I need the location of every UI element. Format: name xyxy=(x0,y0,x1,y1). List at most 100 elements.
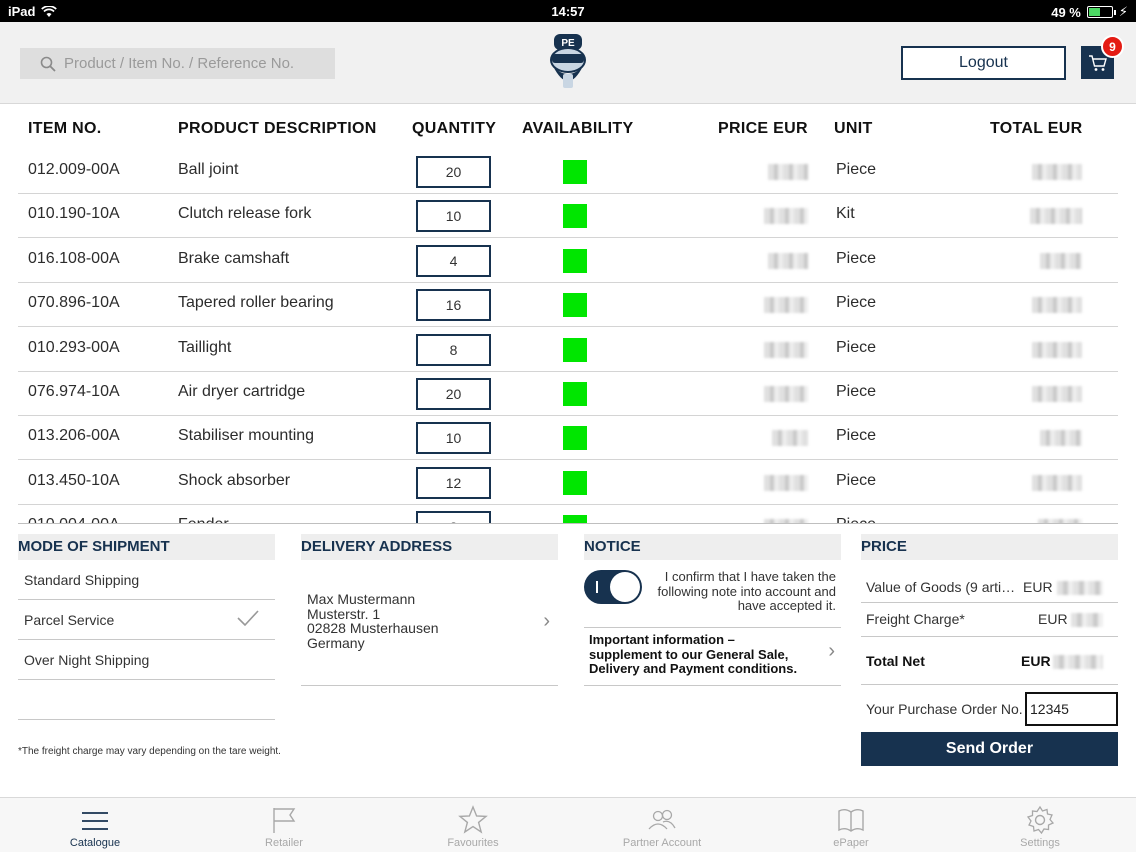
quantity-input[interactable] xyxy=(416,511,491,523)
total-net-amount-redacted xyxy=(1053,655,1103,669)
clock: 14:57 xyxy=(551,4,585,19)
tab-label: Partner Account xyxy=(622,837,702,849)
tab-favourites[interactable]: Favourites xyxy=(378,798,568,852)
table-row[interactable]: 076.974-10A Air dryer cartridge Piece xyxy=(18,372,1118,416)
col-item-no: ITEM NO. xyxy=(28,120,102,137)
unit-label: Piece xyxy=(836,516,876,523)
price-redacted xyxy=(768,252,808,269)
availability-indicator xyxy=(563,293,587,318)
product-description: Brake camshaft xyxy=(178,249,290,267)
item-number: 010.004-00A xyxy=(28,516,120,523)
address-country: Germany xyxy=(307,634,365,651)
unit-label: Piece xyxy=(836,471,877,489)
unit-label: Piece xyxy=(836,338,877,356)
total-redacted xyxy=(1032,164,1082,180)
price-redacted xyxy=(764,208,808,225)
quantity-input[interactable] xyxy=(416,244,491,277)
quantity-input[interactable] xyxy=(416,422,491,455)
table-row[interactable]: 010.190-10A Clutch release fork Kit xyxy=(18,194,1118,239)
important-information-link[interactable]: Important information – supplement to ou… xyxy=(584,628,841,686)
freight-charge-amount-redacted xyxy=(1071,613,1103,627)
order-items-table[interactable]: ITEM NO. PRODUCT DESCRIPTION QUANTITY AV… xyxy=(18,104,1118,524)
product-description: Clutch release fork xyxy=(178,205,312,223)
confirm-toggle[interactable] xyxy=(584,570,642,604)
purchase-order-row: Your Purchase Order No. xyxy=(861,690,1118,728)
table-row[interactable]: 016.108-00A Brake camshaft Piece xyxy=(18,239,1118,283)
price-redacted xyxy=(764,519,808,523)
freight-charge-label: Freight Charge* xyxy=(866,611,965,627)
shipment-option-parcel[interactable]: Parcel Service xyxy=(18,600,275,640)
brand-logo: PE xyxy=(550,34,586,88)
availability-indicator xyxy=(563,248,587,273)
item-number: 070.896-10A xyxy=(28,294,120,312)
table-row[interactable]: 010.293-00A Taillight Piece xyxy=(18,328,1118,372)
unit-label: Piece xyxy=(836,383,877,400)
price-redacted xyxy=(768,164,808,180)
total-redacted xyxy=(1032,341,1082,358)
delivery-title: DELIVERY ADDRESS xyxy=(301,534,558,560)
toggle-knob xyxy=(610,572,640,602)
col-price: PRICE EUR xyxy=(718,120,808,137)
total-redacted xyxy=(1030,208,1082,225)
send-order-button[interactable]: Send Order xyxy=(861,732,1118,766)
tab-label: Retailer xyxy=(265,837,303,849)
item-number: 013.450-10A xyxy=(28,471,120,489)
quantity-input[interactable] xyxy=(416,156,491,188)
total-net-label: Total Net xyxy=(866,653,925,669)
item-number: 013.206-00A xyxy=(28,427,120,445)
product-description: Taillight xyxy=(178,338,232,356)
table-row[interactable]: 013.206-00A Stabiliser mounting Piece xyxy=(18,416,1118,461)
price-redacted xyxy=(772,430,808,447)
search-input[interactable] xyxy=(64,55,324,72)
quantity-input[interactable] xyxy=(416,378,491,410)
item-number: 010.293-00A xyxy=(28,338,120,356)
status-bar: iPad 14:57 49 % ⚡ xyxy=(0,0,1136,22)
quantity-input[interactable] xyxy=(416,466,491,499)
table-row[interactable]: 013.450-10A Shock absorber Piece xyxy=(18,461,1118,505)
quantity-input[interactable] xyxy=(416,200,491,233)
unit-label: Piece xyxy=(836,249,877,267)
delivery-address[interactable]: Max Mustermann Musterstr. 1 02828 Muster… xyxy=(301,580,558,686)
tab-settings[interactable]: Settings xyxy=(945,798,1135,852)
value-of-goods-label: Value of Goods (9 arti… xyxy=(866,579,1016,595)
cart-icon xyxy=(1088,54,1107,71)
product-description: Fender xyxy=(178,516,229,523)
tab-catalogue[interactable]: Catalogue xyxy=(0,798,190,852)
table-row[interactable]: 012.009-00A Ball joint Piece xyxy=(18,150,1118,194)
battery-icon xyxy=(1086,6,1116,18)
quantity-input[interactable] xyxy=(416,289,491,322)
total-redacted xyxy=(1032,386,1082,402)
availability-indicator xyxy=(563,337,587,362)
people-icon xyxy=(648,809,676,830)
price-redacted xyxy=(764,386,808,402)
product-description: Shock absorber xyxy=(178,471,291,489)
table-row[interactable]: 010.004-00A Fender Piece xyxy=(18,505,1118,523)
quantity-input[interactable] xyxy=(416,333,491,366)
flag-icon xyxy=(273,808,296,833)
book-icon xyxy=(838,809,864,832)
search-icon xyxy=(40,56,56,72)
confirm-text: I confirm that I have taken the followin… xyxy=(657,569,836,613)
address-city: 02828 Musterhausen xyxy=(307,620,439,636)
total-redacted xyxy=(1032,474,1082,491)
purchase-order-input[interactable] xyxy=(1025,692,1118,726)
availability-indicator xyxy=(563,204,587,229)
search-box[interactable] xyxy=(20,48,335,79)
shipment-empty-row xyxy=(18,680,275,720)
total-redacted xyxy=(1040,252,1082,269)
tab-label: Catalogue xyxy=(69,837,121,849)
logout-button[interactable]: Logout xyxy=(901,46,1066,80)
price-redacted xyxy=(764,297,808,314)
shipment-option-standard[interactable]: Standard Shipping xyxy=(18,560,275,600)
tab-retailer[interactable]: Retailer xyxy=(189,798,379,852)
price-title: PRICE xyxy=(861,534,1118,560)
tab-partner-account[interactable]: Partner Account xyxy=(567,798,757,852)
tab-epaper[interactable]: ePaper xyxy=(756,798,946,852)
col-description: PRODUCT DESCRIPTION xyxy=(178,120,377,137)
availability-indicator xyxy=(563,426,587,451)
shipment-option-overnight[interactable]: Over Night Shipping xyxy=(18,640,275,680)
unit-label: Piece xyxy=(836,294,877,312)
total-net-row: Total Net EUR xyxy=(861,637,1118,685)
total-redacted xyxy=(1040,430,1082,447)
table-row[interactable]: 070.896-10A Tapered roller bearing Piece xyxy=(18,283,1118,328)
